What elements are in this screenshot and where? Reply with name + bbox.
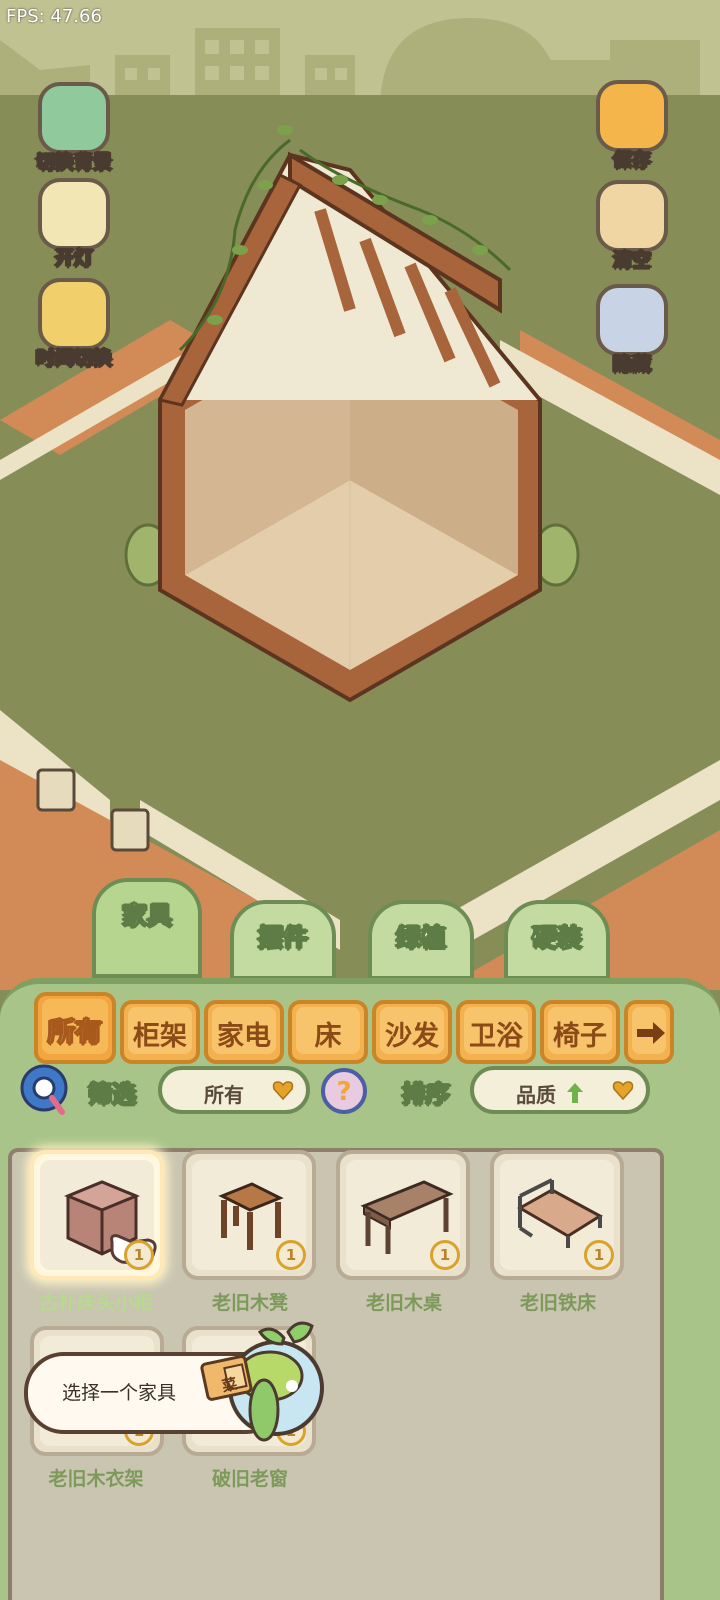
item-name-bedside-cabinet: 古朴床头小柜: [38, 1292, 153, 1314]
arrow-up-icon: [567, 1083, 583, 1103]
toggle-light-label: 开灯: [54, 247, 93, 270]
tab-ornaments[interactable]: 摆件: [230, 900, 336, 980]
save-label: 保存: [612, 149, 651, 172]
fps-counter: FPS: 47.66: [6, 6, 102, 27]
hide-button[interactable]: 隐藏: [584, 284, 680, 376]
guide-character-icon: [200, 1321, 324, 1442]
item-card-iron-bed[interactable]: 1: [490, 1150, 624, 1280]
tab-plants[interactable]: 绿植: [368, 900, 474, 980]
item-name-iron-bed: 老旧铁床: [519, 1292, 596, 1314]
item-name-wooden-table: 老旧木桌: [365, 1292, 442, 1314]
tooltip-text: 选择一个家具: [62, 1382, 177, 1404]
subtab-beds[interactable]: 床: [288, 1000, 368, 1064]
switch-time-button[interactable]: 时间切换: [26, 278, 122, 370]
clear-label: 清空: [612, 249, 651, 272]
filter-label: 筛选: [88, 1080, 137, 1109]
chevron-down-icon: [272, 1081, 294, 1100]
switch-background-button[interactable]: 切换背景: [26, 82, 122, 174]
switch-background-label: 切换背景: [35, 151, 112, 174]
save-icon: [596, 80, 668, 152]
hide-label: 隐藏: [612, 353, 651, 376]
item-name-old-window: 破旧老窗: [211, 1468, 288, 1490]
tab-furniture[interactable]: 家具: [92, 878, 202, 978]
item-count-badge: 1: [430, 1240, 460, 1270]
item-card-bedside-cabinet[interactable]: 1: [30, 1150, 164, 1280]
lamp-icon: [38, 178, 110, 250]
search-icon[interactable]: [20, 1064, 72, 1120]
subtab-appliances[interactable]: 家电: [204, 1000, 284, 1064]
background-icon: [38, 82, 110, 154]
arrow-right-icon: [637, 1022, 665, 1044]
item-count-badge: 1: [124, 1240, 154, 1270]
tab-hardware[interactable]: 硬装: [504, 900, 610, 980]
toggle-light-button[interactable]: 开灯: [26, 178, 122, 270]
svg-text:?: ?: [336, 1077, 351, 1107]
sort-label: 排序: [402, 1080, 451, 1109]
hide-icon: [596, 284, 668, 356]
switch-time-label: 时间切换: [35, 347, 112, 370]
clear-button[interactable]: 清空: [584, 180, 680, 272]
item-card-wooden-stool[interactable]: 1: [182, 1150, 316, 1280]
subtab-bathroom[interactable]: 卫浴: [456, 1000, 536, 1064]
save-button[interactable]: 保存: [584, 80, 680, 172]
item-count-badge: 1: [584, 1240, 614, 1270]
item-card-wooden-table[interactable]: 1: [336, 1150, 470, 1280]
item-name-wooden-stool: 老旧木凳: [211, 1292, 288, 1314]
subtab-cabinets[interactable]: 柜架: [120, 1000, 200, 1064]
subtab-sofas[interactable]: 沙发: [372, 1000, 452, 1064]
filter-dropdown[interactable]: 所有: [158, 1066, 310, 1114]
filter-value: 所有: [204, 1083, 244, 1107]
item-count-badge: 1: [276, 1240, 306, 1270]
subtab-all[interactable]: 所有: [34, 992, 116, 1064]
stool-icon: [218, 1182, 284, 1250]
chevron-down-icon: [612, 1081, 634, 1100]
item-name-coat-rack: 老旧木衣架: [48, 1468, 144, 1490]
subtab-next-button[interactable]: [624, 1000, 674, 1064]
clear-icon: [596, 180, 668, 252]
subtab-chairs[interactable]: 椅子: [540, 1000, 620, 1064]
sort-value: 品质: [516, 1083, 556, 1107]
sun-moon-icon: [38, 278, 110, 350]
sort-dropdown[interactable]: 品质: [470, 1066, 650, 1114]
help-icon[interactable]: ?: [320, 1066, 368, 1116]
